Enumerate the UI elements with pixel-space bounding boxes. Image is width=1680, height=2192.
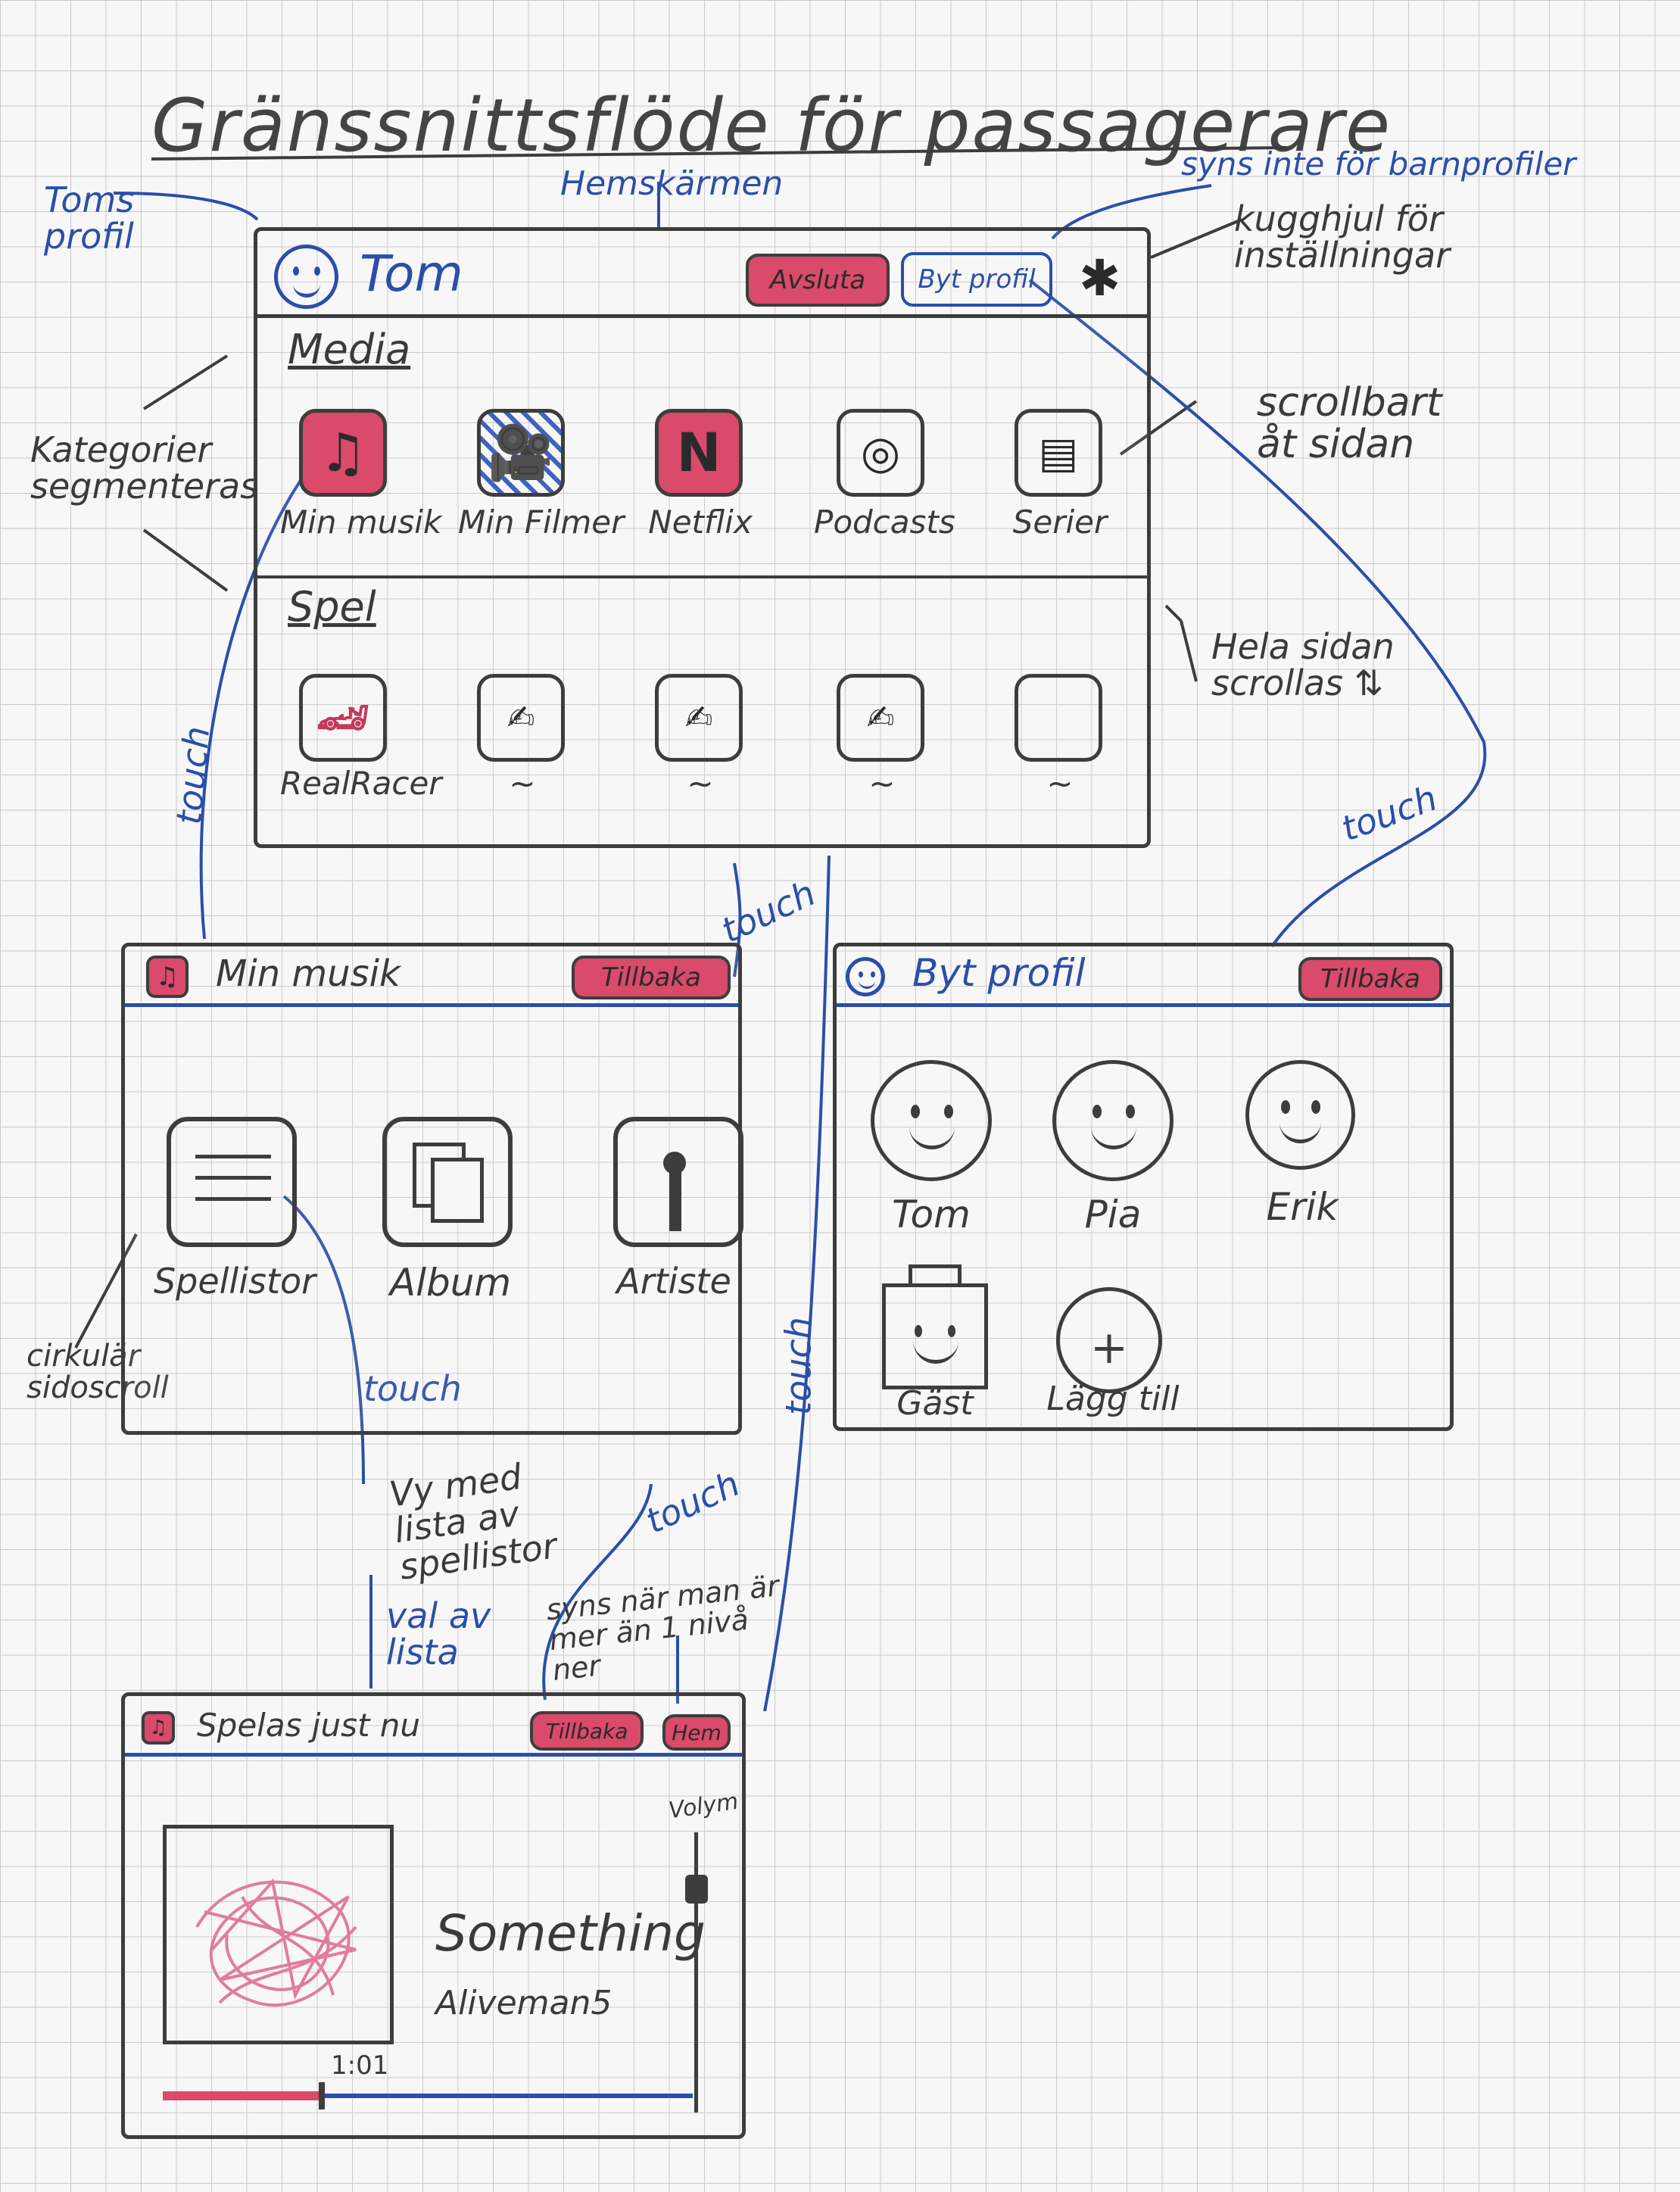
min-musik-header: ♫ Min musik Tillbaka	[125, 946, 738, 1007]
playing-back-button[interactable]: Tillbaka	[530, 1711, 644, 1751]
gear-icon[interactable]: ✱	[1079, 249, 1121, 307]
spelas-just-nu-screen: ♫ Spelas just nu Tillbaka Hem Something …	[121, 1692, 746, 2139]
media-label-min-musik: Min musik	[280, 504, 442, 541]
min-musik-icon[interactable]: ♫	[299, 409, 387, 497]
music-label-spellistor: Spellistor	[153, 1261, 316, 1302]
netflix-icon[interactable]: N	[655, 409, 743, 497]
album-icon[interactable]	[382, 1117, 513, 1247]
user-avatar	[274, 245, 338, 309]
home-header: Tom Avsluta Byt profil ✱	[257, 231, 1147, 318]
min-musik-screen: ♫ Min musik Tillbaka Spellistor Album Ar…	[121, 943, 743, 1435]
profile-label-pia: Pia	[1084, 1193, 1142, 1236]
time-readout: 1:01	[331, 2050, 389, 2081]
annotation-kugghjul: kugghjul för inställningar	[1234, 198, 1451, 276]
profile-tom-avatar[interactable]	[871, 1060, 992, 1181]
media-label-min-filmer: Min Filmer	[458, 504, 625, 541]
playlist-icon[interactable]	[167, 1117, 297, 1247]
game-icon-4[interactable]: ✍	[837, 674, 924, 762]
podcasts-icon[interactable]: ◎	[837, 409, 924, 497]
album-art	[163, 1825, 394, 2044]
playing-title: Spelas just nu	[197, 1707, 421, 1744]
progress-handle[interactable]	[319, 2082, 325, 2109]
annotation-syns-inte: syns inte för barnprofiler	[1181, 145, 1576, 182]
annotation-toms-profil: Toms profil	[44, 179, 135, 257]
profile-label-erik: Erik	[1266, 1185, 1339, 1229]
playing-header: ♫ Spelas just nu Tillbaka Hem	[125, 1696, 742, 1757]
spel-label-realracer: RealRacer	[280, 765, 442, 802]
game-icon-2[interactable]: ✍	[477, 674, 565, 762]
song-artist: Aliveman5	[435, 1984, 612, 2022]
media-label-netflix: Netflix	[648, 504, 753, 541]
profile-back-button[interactable]: Tillbaka	[1298, 957, 1442, 1001]
volume-label: Volym	[667, 1788, 740, 1825]
profile-erik-avatar[interactable]	[1245, 1060, 1355, 1170]
volume-slider-handle[interactable]	[685, 1874, 708, 1904]
spel-label-2: ~	[509, 765, 536, 802]
annotation-val-av-lista: val av lista	[386, 1595, 491, 1673]
byt-profil-screen: Byt profil Tillbaka Tom Pia Erik + Gäst …	[833, 943, 1454, 1431]
annotation-kategorier: Kategorier segmenteras	[30, 429, 259, 507]
guest-avatar[interactable]	[882, 1264, 988, 1389]
spel-section-title: Spel	[288, 583, 376, 631]
min-filmer-icon[interactable]: 🎥	[477, 409, 565, 497]
annotation-scrollbart: scrollbart åt sidan	[1257, 380, 1442, 467]
media-label-podcasts: Podcasts	[814, 504, 955, 541]
realracer-icon[interactable]: 🏎	[299, 674, 387, 762]
profile-label-gast: Gäst	[896, 1384, 974, 1423]
serier-icon[interactable]: ▤	[1015, 409, 1102, 497]
artist-icon[interactable]	[613, 1117, 743, 1247]
music-back-button[interactable]: Tillbaka	[572, 956, 731, 999]
avsluta-button[interactable]: Avsluta	[746, 254, 890, 307]
home-screen: Tom Avsluta Byt profil ✱ Media ♫ 🎥 N ◎ ▤…	[254, 227, 1151, 848]
album-art-scribble	[195, 1878, 357, 2007]
spel-label-5: ~	[1046, 765, 1074, 802]
profile-header: Byt profil Tillbaka	[837, 946, 1450, 1007]
music-header-icon: ♫	[146, 956, 189, 998]
playing-header-icon: ♫	[142, 1711, 175, 1745]
game-icon-5[interactable]	[1015, 674, 1102, 762]
game-icon-3[interactable]: ✍	[655, 674, 743, 762]
annotation-hemskarmen: Hemskärmen	[560, 164, 784, 203]
media-label-serier: Serier	[1012, 504, 1108, 541]
progress-fill	[163, 2091, 322, 2100]
song-title: Something	[435, 1904, 706, 1963]
byt-profil-button[interactable]: Byt profil	[901, 252, 1052, 307]
section-divider	[257, 575, 1147, 578]
annotation-touch-6: touch	[778, 1317, 819, 1416]
profile-header-icon	[846, 957, 885, 996]
min-musik-title: Min musik	[216, 953, 401, 995]
profile-screen-title: Byt profil	[912, 951, 1086, 995]
hem-button[interactable]: Hem	[662, 1714, 731, 1751]
spel-label-4: ~	[868, 765, 896, 802]
annotation-touch-1: touch	[168, 725, 218, 827]
profile-label-tom: Tom	[892, 1193, 971, 1236]
music-label-artiste: Artiste	[616, 1261, 731, 1302]
profile-pia-avatar[interactable]	[1052, 1060, 1174, 1181]
spel-label-3: ~	[687, 765, 714, 802]
annotation-hela-sidan: Hela sidan scrollas ⇅	[1211, 626, 1395, 704]
profile-label-lagg-till: Lägg till	[1046, 1380, 1180, 1418]
media-section-title: Media	[288, 326, 411, 373]
user-name: Tom	[360, 245, 463, 303]
add-profile-button[interactable]: +	[1056, 1287, 1162, 1393]
music-label-album: Album	[389, 1261, 512, 1305]
